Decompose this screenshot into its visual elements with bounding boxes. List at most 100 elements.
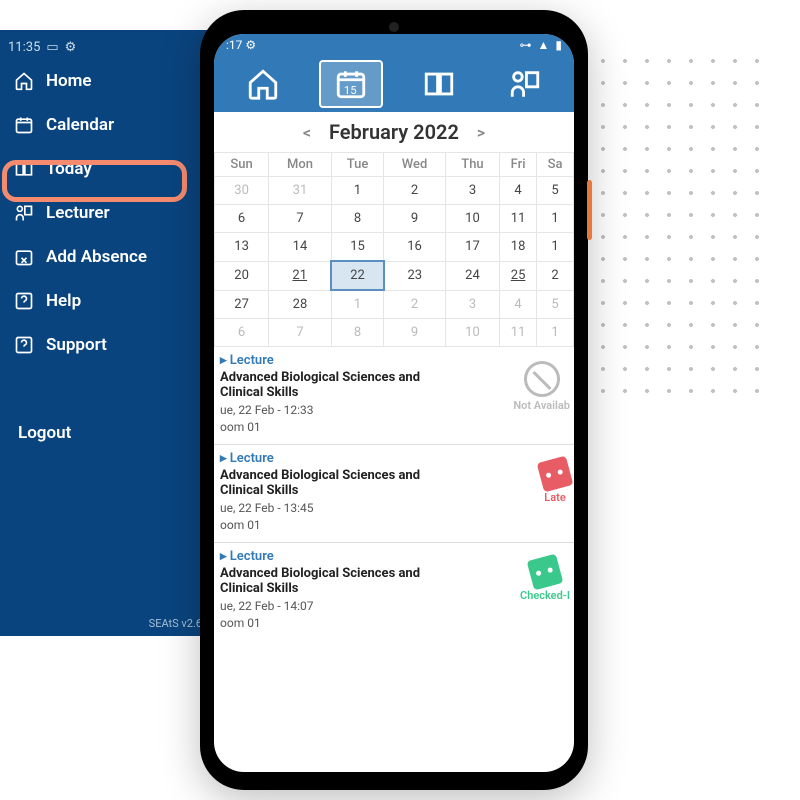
support-icon bbox=[14, 335, 34, 355]
event-item[interactable]: LectureAdvanced Biological Sciences and … bbox=[214, 347, 574, 444]
calendar-day-cell[interactable]: 16 bbox=[384, 233, 446, 262]
phone-clock: :17 bbox=[226, 38, 242, 52]
event-status-badge: Late bbox=[540, 459, 570, 504]
calendar-day-cell[interactable]: 4 bbox=[500, 290, 537, 319]
toolbar-today[interactable] bbox=[409, 62, 469, 106]
status-icon bbox=[524, 361, 560, 397]
calendar-day-cell[interactable]: 2 bbox=[537, 261, 574, 290]
calendar-day-cell[interactable]: 25 bbox=[500, 261, 537, 290]
calendar-day-cell[interactable]: 4 bbox=[500, 177, 537, 205]
book-icon bbox=[14, 159, 34, 179]
calendar-day-cell[interactable]: 2 bbox=[384, 290, 446, 319]
calendar-day-cell[interactable]: 28 bbox=[269, 290, 332, 319]
calendar-day-cell[interactable]: 10 bbox=[445, 319, 499, 347]
toolbar-lecturer[interactable] bbox=[495, 62, 555, 106]
next-month-button[interactable]: > bbox=[477, 123, 485, 142]
phone-screen: :17 ⚙ ⊶ ▲ ▮ 15 < February 2022 > SunMonT bbox=[214, 34, 574, 772]
calendar-day-cell[interactable]: 1 bbox=[331, 290, 383, 319]
toolbar: 15 bbox=[214, 56, 574, 112]
absence-icon bbox=[14, 247, 34, 267]
vpn-icon: ⊶ bbox=[520, 38, 532, 52]
sidebar-item-label: Today bbox=[46, 159, 92, 179]
calendar-day-cell[interactable]: 8 bbox=[331, 319, 383, 347]
calendar-day-cell[interactable]: 11 bbox=[500, 319, 537, 347]
sidebar-item-help[interactable]: Help bbox=[0, 279, 214, 323]
calendar-day-cell[interactable]: 3 bbox=[445, 290, 499, 319]
calendar-day-cell[interactable]: 22 bbox=[331, 261, 383, 290]
sidebar-item-today[interactable]: Today bbox=[0, 147, 214, 191]
calendar-day-cell[interactable]: 7 bbox=[269, 205, 332, 233]
sidebar-item-label: Lecturer bbox=[46, 203, 110, 223]
calendar-day-cell[interactable]: 27 bbox=[215, 290, 269, 319]
toolbar-home[interactable] bbox=[233, 62, 293, 106]
calendar-day-cell[interactable]: 21 bbox=[269, 261, 332, 290]
calendar-day-cell[interactable]: 23 bbox=[384, 261, 446, 290]
phone-frame: :17 ⚙ ⊶ ▲ ▮ 15 < February 2022 > SunMonT bbox=[200, 10, 588, 790]
calendar-day-cell[interactable]: 8 bbox=[331, 205, 383, 233]
calendar-day-cell[interactable]: 20 bbox=[215, 261, 269, 290]
calendar-day-cell[interactable]: 30 bbox=[215, 177, 269, 205]
calendar-day-cell[interactable]: 2 bbox=[384, 177, 446, 205]
calendar-day-cell[interactable]: 1 bbox=[331, 177, 383, 205]
calendar-day-cell[interactable]: 7 bbox=[269, 319, 332, 347]
sidebar-status-bar: 11:35 ▭ ⚙ bbox=[0, 36, 214, 59]
svg-text:15: 15 bbox=[344, 83, 357, 97]
lecturer-icon bbox=[14, 203, 34, 223]
calendar-icon bbox=[14, 115, 34, 135]
event-list: LectureAdvanced Biological Sciences and … bbox=[214, 347, 574, 707]
event-type: Lecture bbox=[220, 549, 566, 564]
calendar-day-cell[interactable]: 9 bbox=[384, 205, 446, 233]
sidebar-item-add-absence[interactable]: Add Absence bbox=[0, 235, 214, 279]
status-icon bbox=[537, 456, 574, 493]
calendar-day-cell[interactable]: 6 bbox=[215, 319, 269, 347]
status-icon bbox=[527, 554, 564, 591]
calendar-day-cell[interactable]: 3 bbox=[445, 177, 499, 205]
calendar-day-cell[interactable]: 1 bbox=[537, 319, 574, 347]
calendar-day-cell[interactable]: 15 bbox=[331, 233, 383, 262]
calendar-day-cell[interactable]: 14 bbox=[269, 233, 332, 262]
phone-status-bar: :17 ⚙ ⊶ ▲ ▮ bbox=[214, 34, 574, 56]
calendar-day-cell[interactable]: 5 bbox=[537, 290, 574, 319]
sidebar-item-label: Add Absence bbox=[46, 247, 147, 267]
calendar-day-header: Thu bbox=[445, 153, 499, 177]
toolbar-calendar[interactable]: 15 bbox=[319, 60, 383, 108]
calendar-day-cell[interactable]: 24 bbox=[445, 261, 499, 290]
calendar-day-cell[interactable]: 9 bbox=[384, 319, 446, 347]
calendar-day-header: Wed bbox=[384, 153, 446, 177]
calendar-day-cell[interactable]: 6 bbox=[215, 205, 269, 233]
calendar-day-cell[interactable]: 11 bbox=[500, 205, 537, 233]
calendar-day-cell[interactable]: 17 bbox=[445, 233, 499, 262]
sidebar-item-label: Help bbox=[46, 291, 81, 311]
calendar-day-header: Sun bbox=[215, 153, 269, 177]
calendar-day-cell[interactable]: 1 bbox=[537, 205, 574, 233]
sidebar-item-support[interactable]: Support bbox=[0, 323, 214, 367]
calendar-day-cell[interactable]: 18 bbox=[500, 233, 537, 262]
wifi-icon: ▲ bbox=[538, 38, 550, 52]
event-datetime: ue, 22 Feb - 14:07 bbox=[220, 599, 566, 613]
sidebar-item-home[interactable]: Home bbox=[0, 59, 214, 103]
event-room: oom 01 bbox=[220, 420, 566, 434]
calendar-day-header: Fri bbox=[500, 153, 537, 177]
month-label: February 2022 bbox=[329, 120, 459, 144]
calendar-day-cell[interactable]: 5 bbox=[537, 177, 574, 205]
calendar-day-cell[interactable]: 31 bbox=[269, 177, 332, 205]
sidebar-logout[interactable]: Logout bbox=[0, 411, 214, 455]
calendar-day-header: Mon bbox=[269, 153, 332, 177]
event-item[interactable]: LectureAdvanced Biological Sciences and … bbox=[214, 444, 574, 542]
event-datetime: ue, 22 Feb - 13:45 bbox=[220, 501, 566, 515]
calendar-day-header: Tue bbox=[331, 153, 383, 177]
calendar-day-cell[interactable]: 1 bbox=[537, 233, 574, 262]
sidebar-item-calendar[interactable]: Calendar bbox=[0, 103, 214, 147]
sidebar-item-lecturer[interactable]: Lecturer bbox=[0, 191, 214, 235]
event-type: Lecture bbox=[220, 451, 566, 466]
calendar-day-cell[interactable]: 13 bbox=[215, 233, 269, 262]
calendar-day-cell[interactable]: 10 bbox=[445, 205, 499, 233]
sidebar-item-label: Calendar bbox=[46, 115, 114, 135]
sidebar-version: SEAtS v2.6 bbox=[149, 617, 202, 630]
sidebar: 11:35 ▭ ⚙ Home Calendar Today Lecturer A… bbox=[0, 30, 214, 636]
event-room: oom 01 bbox=[220, 518, 566, 532]
event-item[interactable]: LectureAdvanced Biological Sciences and … bbox=[214, 542, 574, 640]
sidebar-item-label: Home bbox=[46, 71, 92, 91]
phone-camera bbox=[389, 22, 399, 32]
prev-month-button[interactable]: < bbox=[303, 123, 311, 142]
